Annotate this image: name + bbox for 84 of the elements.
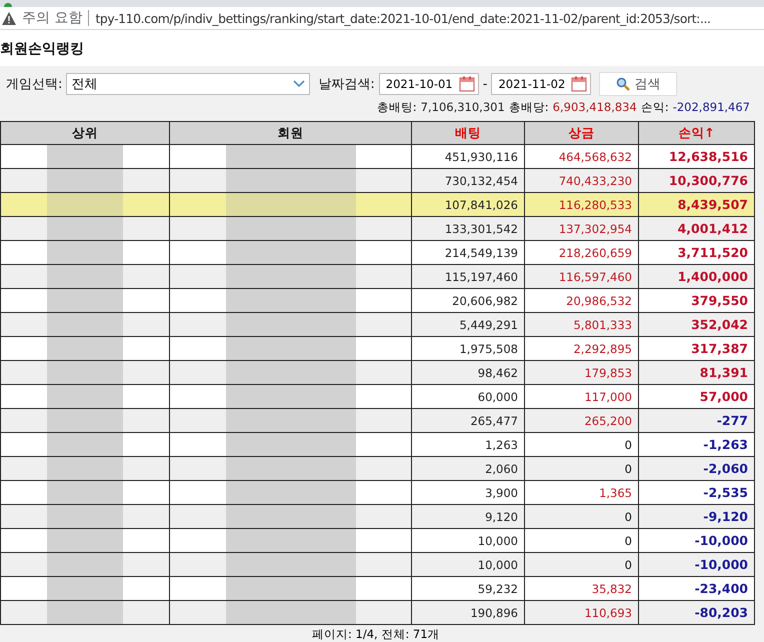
prize-value: 2,292,895: [573, 342, 632, 356]
end-date-field[interactable]: 2021-11-02: [491, 73, 592, 95]
prize-value: 5,801,333: [573, 318, 632, 332]
profit-value: -10,000: [694, 533, 748, 548]
profit-value: 57,000: [700, 389, 748, 404]
table-row[interactable]: 98,462 179,853 81,391: [0, 360, 754, 384]
game-select[interactable]: 전체: [66, 73, 310, 95]
profit-value: -2,060: [703, 461, 748, 476]
search-icon: [616, 77, 630, 91]
table-row[interactable]: 133,301,542 137,302,954 4,001,412: [0, 216, 754, 240]
table-row[interactable]: 265,477 265,200 -277: [0, 408, 754, 432]
profit-value: -277: [716, 413, 748, 428]
calendar-icon[interactable]: [571, 76, 588, 92]
total-value: -202,891,467: [672, 100, 750, 115]
table-row[interactable]: 1,263 0 -1,263: [0, 432, 754, 456]
table-row[interactable]: 60,000 117,000 57,000: [0, 384, 754, 408]
table-row[interactable]: 1,975,508 2,292,895 317,387: [0, 336, 754, 360]
prize-value: 20,986,532: [566, 294, 632, 308]
prize-value: 35,832: [592, 582, 632, 596]
profit-value: 8,439,507: [678, 197, 748, 212]
table-cell: 190,896: [412, 600, 524, 624]
prize-value: 110,693: [584, 606, 632, 620]
profit-value: 81,391: [700, 365, 748, 380]
url-text[interactable]: tpy-110.com/p/indiv_bettings/ranking/start_date:2021-10-01/end_date:2021-11-02/parent_id:2053/sort:...: [95, 10, 711, 26]
table-row[interactable]: 190,896 110,693 -80,203: [0, 600, 754, 624]
table-row[interactable]: 5,449,291 5,801,333 352,042: [0, 312, 754, 336]
prize-value: 0: [624, 462, 632, 476]
prize-value: 116,280,533: [558, 198, 632, 212]
column-header[interactable]: 상위: [0, 122, 170, 144]
prize-value: 740,433,230: [558, 174, 632, 188]
table-row[interactable]: 115,197,460 116,597,460 1,400,000: [0, 264, 754, 288]
profit-value: 3,711,520: [678, 245, 748, 260]
prize-value: 137,302,954: [558, 222, 632, 236]
profit-value: 12,638,516: [668, 149, 748, 164]
profit-value: -9,120: [703, 509, 748, 524]
profit-value: 317,387: [691, 341, 748, 356]
profit-value: -10,000: [694, 557, 748, 572]
table-row[interactable]: 730,132,454 740,433,230 10,300,776: [0, 168, 754, 192]
date-label: 날짜검색:: [318, 76, 375, 93]
table-row[interactable]: 2,060 0 -2,060: [0, 456, 754, 480]
profit-value: -1,263: [703, 437, 748, 452]
prize-value: 0: [624, 510, 632, 524]
prize-value: 179,853: [584, 366, 632, 380]
prize-value: 1,365: [599, 486, 632, 500]
tab-icon: [4, 1, 12, 8]
date-separator: -: [482, 76, 488, 92]
prize-value: 0: [624, 534, 632, 548]
profit-value: 379,550: [691, 293, 748, 308]
total-label: 손익:: [640, 100, 669, 115]
total-label: 총배팅:: [376, 100, 417, 115]
game-label: 게임선택:: [6, 76, 62, 93]
prize-value: 116,597,460: [558, 270, 632, 284]
table-row[interactable]: 10,000 0 -10,000: [0, 552, 754, 576]
table-row[interactable]: 214,549,139 218,260,659 3,711,520: [0, 240, 754, 264]
prize-value: 0: [624, 438, 632, 452]
column-header[interactable]: 회원: [170, 122, 412, 144]
profit-value: -2,535: [703, 485, 748, 500]
profit-value: 4,001,412: [678, 221, 748, 236]
prize-value: 218,260,659: [558, 246, 632, 260]
total-value: 6,903,418,834: [552, 100, 637, 115]
table-row[interactable]: 3,900 1,365 -2,535: [0, 480, 754, 504]
profit-value: 10,300,776: [668, 173, 748, 188]
calendar-icon[interactable]: [458, 76, 475, 92]
table-row[interactable]: 10,000 0 -10,000: [0, 528, 754, 552]
total-value: 7,106,310,301: [420, 100, 505, 115]
profit-value: 352,042: [691, 317, 748, 332]
pagination-text: 페이지: 1/4, 전체: 71개: [312, 627, 440, 641]
profit-value: -23,400: [694, 581, 748, 596]
table-row[interactable]: 9,120 0 -9,120: [0, 504, 754, 528]
total-label: 총배당:: [508, 100, 549, 115]
prize-value: 464,568,632: [558, 150, 632, 164]
chevron-icon: [293, 80, 306, 88]
profit-value: 1,400,000: [678, 269, 748, 284]
table-row[interactable]: 451,930,116 464,568,632 12,638,516: [0, 144, 754, 168]
profit-value: -80,203: [694, 605, 748, 620]
security-status[interactable]: 주의 요함: [22, 9, 82, 28]
prize-value: 265,200: [584, 414, 632, 428]
table-row[interactable]: 59,232 35,832 -23,400: [0, 576, 754, 600]
table-row[interactable]: 20,606,982 20,986,532 379,550: [0, 288, 754, 312]
prize-value: 0: [624, 558, 632, 572]
prize-value: 117,000: [584, 390, 632, 404]
start-date-field[interactable]: 2021-10-01: [378, 73, 479, 95]
search-button[interactable]: 검색: [599, 72, 678, 96]
table-row[interactable]: 107,841,026 116,280,533 8,439,507: [0, 192, 754, 216]
